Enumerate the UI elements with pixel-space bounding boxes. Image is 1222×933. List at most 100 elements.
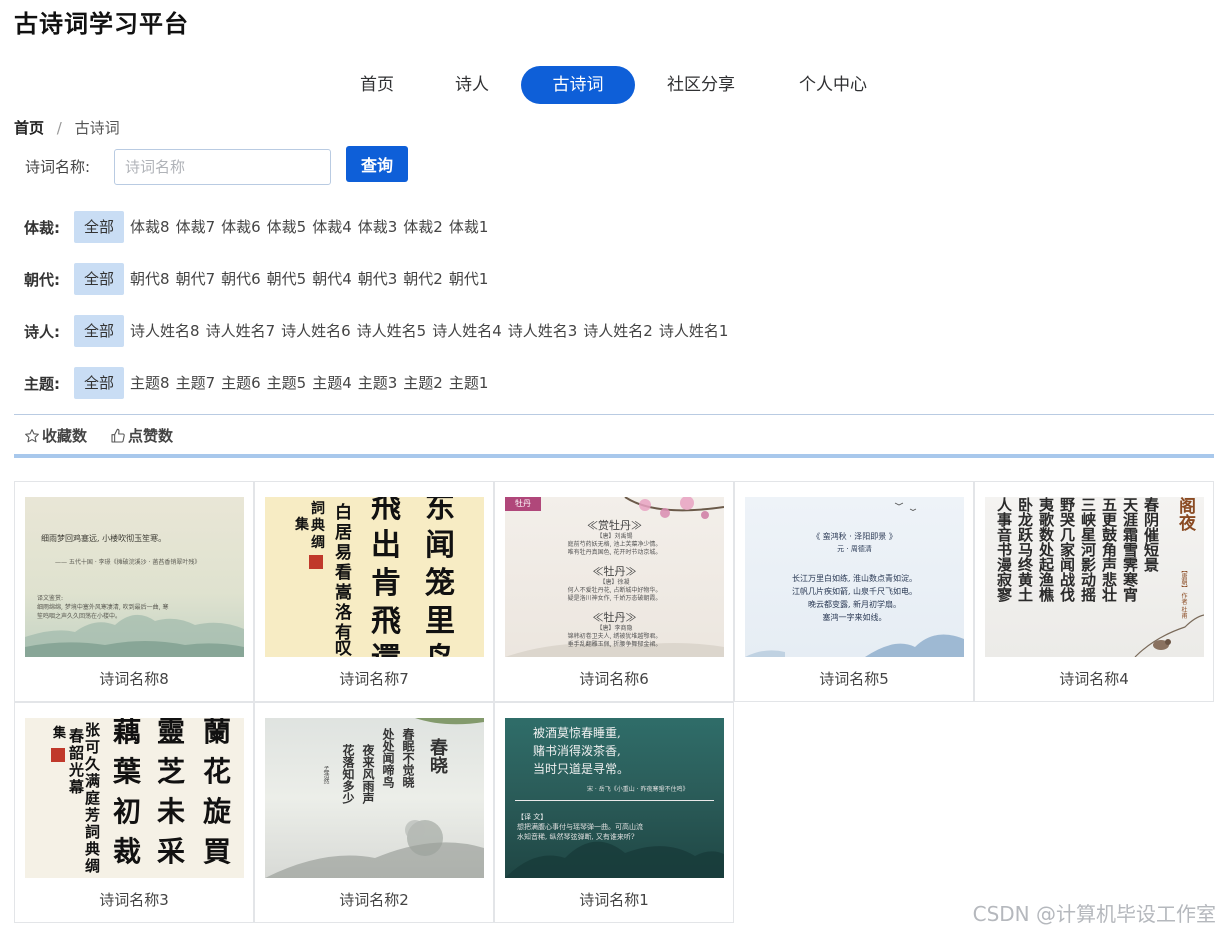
filter-option[interactable]: 主题4: [312, 367, 352, 399]
star-icon: [25, 428, 39, 442]
filter-option[interactable]: 诗人姓名3: [508, 315, 578, 347]
filter-option[interactable]: 朝代3: [358, 263, 398, 295]
filter-option[interactable]: 主题3: [358, 367, 398, 399]
filter-option[interactable]: 诗人姓名5: [357, 315, 427, 347]
poem-card[interactable]: 《 蛮鸿秋 · 泽阳即景 》 元 · 周德清 长江万里白如练, 淮山数点青如淀。…: [734, 481, 974, 702]
filter-option[interactable]: 体裁3: [358, 211, 398, 243]
filter-option[interactable]: 朝代2: [403, 263, 443, 295]
thumb-calligraphy-char: 蘭: [203, 718, 232, 748]
thumb-calligraphy-char: 庭: [85, 789, 101, 807]
thumb-calligraphy-char: 詞: [85, 823, 101, 841]
peony-ink-painting: [265, 718, 484, 878]
sort-by-favorites[interactable]: 收藏数: [24, 425, 87, 446]
thumb-calligraphy-char: 韶: [69, 744, 85, 762]
nav-item-personal-center[interactable]: 个人中心: [787, 66, 879, 104]
filter-option[interactable]: 体裁7: [176, 211, 216, 243]
dynasty-filter-row: 朝代: 全部 朝代8 朝代7 朝代6 朝代5 朝代4 朝代3 朝代2 朝代1: [24, 263, 494, 295]
thumb-calligraphy-char: 葉: [113, 755, 142, 788]
filter-option[interactable]: 主题7: [176, 367, 216, 399]
sort-label: 点赞数: [128, 427, 174, 445]
poem-card[interactable]: 蘭 花 旋 買 靈 芝 未 采 藕 葉 初 裁 张 可 久 满 庭 芳 春 韶 …: [14, 702, 254, 923]
filter-label: 主题:: [24, 374, 60, 393]
filter-option[interactable]: 朝代6: [221, 263, 261, 295]
theme-filter-row: 主题: 全部 主题8 主题7 主题6 主题5 主题4 主题3 主题2 主题1: [24, 367, 494, 399]
filter-option-all[interactable]: 全部: [74, 367, 125, 399]
sort-bar: 收藏数 点赞数: [14, 414, 1214, 458]
poem-name: 诗词名称8: [99, 670, 169, 688]
filter-option[interactable]: 朝代1: [449, 263, 489, 295]
breadcrumb-home[interactable]: 首页: [14, 119, 44, 137]
filter-option[interactable]: 诗人姓名1: [659, 315, 729, 347]
red-seal: [309, 555, 323, 569]
filter-option[interactable]: 体裁1: [449, 211, 489, 243]
filter-label: 诗人:: [24, 322, 60, 341]
filter-option-all[interactable]: 全部: [74, 263, 125, 295]
thumb-calligraphy-char: 還: [371, 641, 401, 657]
thumb-calligraphy-char: 绸: [311, 535, 325, 551]
poem-name: 诗词名称1: [579, 891, 649, 909]
poem-thumbnail: 《 蛮鸿秋 · 泽阳即景 》 元 · 周德清 长江万里白如练, 淮山数点青如淀。…: [745, 497, 964, 657]
filter-option[interactable]: 朝代5: [267, 263, 307, 295]
nav-item-home[interactable]: 首页: [345, 66, 409, 104]
poem-thumbnail: 细雨梦回鸡塞远, 小楼吹彻玉笙寒。 —— 五代十国 · 李璟《摊破浣溪沙 · 菡…: [25, 497, 244, 657]
nav-item-poets[interactable]: 诗人: [440, 66, 504, 104]
filter-option[interactable]: 体裁5: [267, 211, 307, 243]
filter-option[interactable]: 主题1: [449, 367, 489, 399]
poem-name: 诗词名称6: [579, 670, 649, 688]
breadcrumb: 首页 / 古诗词: [14, 117, 120, 138]
misty-mountains: [745, 502, 964, 657]
thumb-calligraphy-char: 闻: [425, 528, 455, 563]
nav-item-community[interactable]: 社区分享: [655, 66, 747, 104]
poem-name-search-input[interactable]: [114, 149, 331, 185]
poem-thumbnail: 春晓 春眠不觉晓 处处闻啼鸟 夜来风雨声 花落知多少 孟浩然: [265, 718, 484, 878]
mountain-landscape: [25, 614, 244, 657]
thumb-calligraphy-char: 易: [335, 543, 352, 563]
filter-option[interactable]: 诗人姓名4: [432, 315, 502, 347]
filter-option[interactable]: 主题8: [130, 367, 170, 399]
poem-card[interactable]: 东 闻 笼 里 鸟 飛 出 肯 飛 還 白 居 易 看 嵩 洛 有 叹 詞 典 …: [254, 481, 494, 702]
filter-option[interactable]: 体裁8: [130, 211, 170, 243]
filter-option-all[interactable]: 全部: [74, 315, 125, 347]
poem-card[interactable]: 牡丹 ≪赏牡丹≫ 【唐】刘禹锡 庭前芍药妖无格, 池上芙蕖净少情。 唯有牡丹真国…: [494, 481, 734, 702]
sort-by-likes[interactable]: 点赞数: [110, 425, 173, 446]
site-title: 古诗词学习平台: [14, 10, 189, 38]
thumb-calligraphy-char: 叹: [335, 639, 352, 657]
filter-option-all[interactable]: 全部: [74, 211, 125, 243]
filter-option[interactable]: 体裁4: [312, 211, 352, 243]
filter-option[interactable]: 主题6: [221, 367, 261, 399]
thumb-block-line: 垂手乱翻雕玉佩, 折腰争舞郁金裙。: [567, 641, 662, 648]
search-button[interactable]: 查询: [346, 146, 408, 182]
poem-card[interactable]: 春阴催短景 天涯霜雪霁寒宵 五更鼓角声悲壮 三峡星河影动摇 野哭几家闻战伐 夷歌…: [974, 481, 1214, 702]
thumb-calligraphy-char: 買: [203, 835, 232, 868]
poem-thumbnail: 春阴催短景 天涯霜雪霁寒宵 五更鼓角声悲壮 三峡星河影动摇 野哭几家闻战伐 夷歌…: [985, 497, 1204, 657]
thumb-calligraphy-char: 光: [69, 761, 85, 779]
filter-option[interactable]: 体裁2: [403, 211, 443, 243]
poem-name: 诗词名称7: [339, 670, 409, 688]
filter-option[interactable]: 体裁6: [221, 211, 261, 243]
thumb-calligraphy-char: 裁: [113, 835, 142, 868]
thumb-calligraphy-char: 幕: [69, 778, 85, 796]
filter-option[interactable]: 主题5: [267, 367, 307, 399]
thumb-calligraphy-char: 出: [371, 528, 401, 563]
filter-option[interactable]: 朝代4: [312, 263, 352, 295]
poem-thumbnail: 被酒莫惊春睡重, 赌书消得泼茶香, 当时只道是寻常。 宋 · 岳飞《小重山 · …: [505, 718, 724, 878]
poet-filter-row: 诗人: 全部 诗人姓名8 诗人姓名7 诗人姓名6 诗人姓名5 诗人姓名4 诗人姓…: [24, 315, 734, 347]
thumbs-up-icon: [111, 428, 125, 443]
filter-option[interactable]: 朝代8: [130, 263, 170, 295]
filter-option[interactable]: 朝代7: [176, 263, 216, 295]
filter-option[interactable]: 诗人姓名2: [583, 315, 653, 347]
filter-option[interactable]: 诗人姓名6: [281, 315, 351, 347]
breadcrumb-current: 古诗词: [74, 119, 120, 137]
poem-thumbnail: 牡丹 ≪赏牡丹≫ 【唐】刘禹锡 庭前芍药妖无格, 池上芙蕖净少情。 唯有牡丹真国…: [505, 497, 724, 657]
filter-option[interactable]: 诗人姓名7: [206, 315, 276, 347]
poem-card[interactable]: 被酒莫惊春睡重, 赌书消得泼茶香, 当时只道是寻常。 宋 · 岳飞《小重山 · …: [494, 702, 734, 923]
poem-card[interactable]: 春晓 春眠不觉晓 处处闻啼鸟 夜来风雨声 花落知多少 孟浩然 诗词名称2: [254, 702, 494, 923]
filter-option[interactable]: 诗人姓名8: [130, 315, 200, 347]
nav-item-poems[interactable]: 古诗词: [521, 66, 635, 104]
watermark: CSDN @计算机毕设工作室: [972, 902, 1216, 926]
bird-on-branch: [1134, 614, 1204, 657]
sort-label: 收藏数: [42, 427, 88, 445]
poem-card[interactable]: 细雨梦回鸡塞远, 小楼吹彻玉笙寒。 —— 五代十国 · 李璟《摊破浣溪沙 · 菡…: [14, 481, 254, 702]
filter-option[interactable]: 主题2: [403, 367, 443, 399]
poem-name: 诗词名称5: [819, 670, 889, 688]
